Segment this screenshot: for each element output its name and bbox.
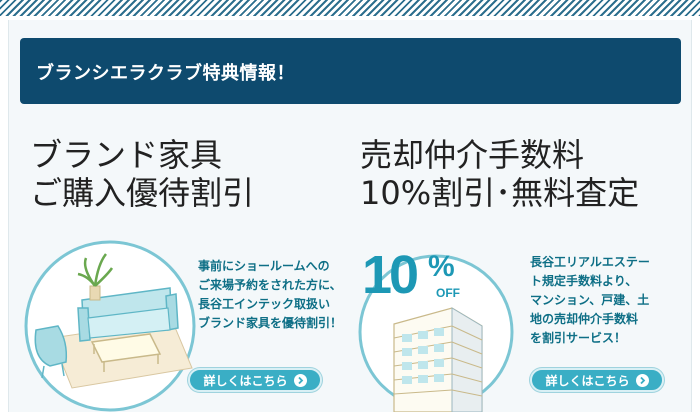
offer-title-line: 10%割引･無料査定 [360, 174, 640, 212]
offer-title-sale: 売却仲介手数料 10%割引･無料査定 [360, 136, 639, 212]
offer-title-furniture: ブランド家具 ご購入優待割引 [30, 136, 254, 212]
description-line: 地の売却仲介手数料 [530, 312, 639, 326]
details-button-sale[interactable]: 詳しくはこちら [530, 368, 664, 392]
discount-percent: % [428, 250, 455, 283]
details-button-label: 詳しくはこちら [203, 373, 288, 388]
offer-description-sale: 長谷工リアルエステー ト規定手数料より、 マンション、戸建、土 地の売却仲介手数… [530, 253, 650, 348]
description-line: 長谷工リアルエステー [530, 255, 650, 269]
description-line: ト規定手数料より、 [530, 274, 638, 288]
offer-description-furniture: 事前にショールームへの ご来場予約をされた方に、 長谷工インテック取扱い ブラン… [198, 257, 342, 333]
description-line: ブランド家具を優待割引！ [198, 316, 343, 330]
discount-off-label: OFF [436, 286, 460, 300]
description-line: 長谷工インテック取扱い [198, 297, 331, 311]
offer-title-line: ブランド家具 [30, 136, 223, 174]
description-line: 事前にショールームへの [198, 259, 330, 273]
furniture-illustration [22, 238, 198, 412]
discount-badge: 10 % OFF [362, 245, 472, 312]
description-line: ご来場予約をされた方に、 [198, 278, 342, 292]
decorative-stripe [0, 0, 700, 18]
arrow-right-icon [635, 373, 649, 387]
details-button-label: 詳しくはこちら [545, 373, 630, 388]
description-line: マンション、戸建、土 [530, 293, 650, 307]
arrow-right-icon [293, 373, 307, 387]
description-line: を割引サービス！ [530, 331, 627, 345]
offer-title-line: ご購入優待割引 [30, 174, 255, 212]
discount-value: 10 [362, 245, 419, 305]
details-button-furniture[interactable]: 詳しくはこちら [188, 368, 322, 392]
page-title: ブランシエラクラブ特典情報！ [36, 63, 295, 84]
offer-title-line: 売却仲介手数料 [360, 136, 585, 174]
